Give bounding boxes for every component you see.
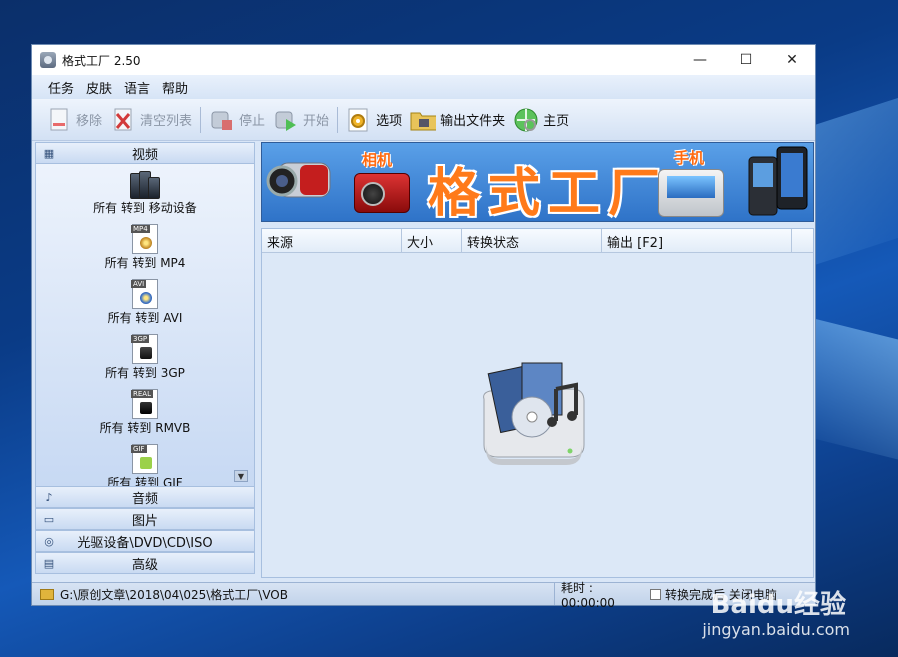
column-source[interactable]: 来源 (262, 229, 402, 253)
advanced-icon: ▤ (43, 556, 55, 570)
list-item-label: 所有 转到 3GP (105, 366, 185, 380)
avi-file-icon: AVI (131, 279, 158, 309)
remove-label: 移除 (76, 114, 103, 129)
clear-list-icon (110, 107, 136, 133)
category-advanced-label: 高级 (131, 557, 158, 573)
banner-title: 格式工厂 (428, 164, 669, 222)
category-audio[interactable]: ♪ 音频 (35, 486, 255, 508)
list-item-label: 所有 转到 RMVB (99, 421, 191, 435)
list-item[interactable]: 所有 转到 移动设备 (36, 164, 254, 219)
elapsed-time: 耗时 : 00:00:00 (554, 581, 646, 610)
start-label: 开始 (303, 114, 330, 129)
disc-icon: ◎ (44, 534, 54, 548)
stop-label: 停止 (239, 114, 266, 129)
category-panel: ▦ 视频 所有 转到 移动设备 MP4 所有 转到 MP4 AVI 所有 转到 … (35, 142, 255, 578)
minimize-button[interactable]: — (677, 45, 723, 75)
checkbox[interactable] (650, 588, 661, 600)
options-label: 选项 (376, 114, 403, 129)
list-item[interactable]: MP4 所有 转到 MP4 (36, 219, 254, 274)
maximize-button[interactable]: ☐ (723, 45, 769, 75)
globe-icon (513, 107, 539, 133)
category-picture-label: 图片 (131, 513, 158, 529)
mobile-device-icon (128, 169, 162, 199)
home-label: 主页 (543, 114, 570, 129)
remove-icon (46, 107, 72, 133)
toolbar-separator (200, 106, 202, 133)
toolbar-separator (337, 106, 339, 133)
format-factory-logo-icon (483, 362, 585, 465)
list-item[interactable]: REAL 所有 转到 RMVB (36, 384, 254, 439)
category-video[interactable]: ▦ 视频 (35, 142, 255, 164)
app-window: 格式工厂 2.50 — ☐ ✕ 任务 皮肤 语言 帮助 移除 清空列表 停止 开… (31, 44, 816, 610)
clear-list-button[interactable]: 清空列表 (110, 107, 192, 133)
category-advanced[interactable]: ▤ 高级 (35, 552, 255, 574)
mp4-file-icon: MP4 (131, 224, 158, 254)
list-item-label: 所有 转到 MP4 (104, 256, 186, 270)
scroll-down-icon[interactable]: ▼ (234, 470, 248, 482)
output-path[interactable]: G:\原创文章\2018\04\025\格式工厂\VOB (32, 586, 554, 603)
start-icon (273, 107, 299, 133)
output-folder-label: 输出文件夹 (440, 114, 506, 129)
video-task-list: 所有 转到 移动设备 MP4 所有 转到 MP4 AVI 所有 转到 AVI 3… (35, 164, 255, 486)
camcorder-icon (266, 162, 331, 198)
list-item[interactable]: 3GP 所有 转到 3GP (36, 329, 254, 384)
category-rom-label: 光驱设备\DVD\CD\ISO (77, 535, 213, 551)
column-output[interactable]: 输出 [F2] (602, 229, 792, 253)
list-item-label: 所有 转到 GIF (107, 476, 183, 486)
app-icon (40, 52, 56, 68)
menu-bar: 任务 皮肤 语言 帮助 (32, 75, 815, 99)
options-button[interactable]: 选项 (346, 107, 402, 133)
list-item[interactable]: AVI 所有 转到 AVI (36, 274, 254, 329)
stop-icon (209, 107, 235, 133)
category-audio-label: 音频 (131, 491, 158, 507)
list-item[interactable]: GIF 所有 转到 GIF (36, 439, 254, 486)
list-item-label: 所有 转到 AVI (107, 311, 183, 325)
gif-file-icon: GIF (131, 444, 158, 474)
window-title: 格式工厂 2.50 (62, 53, 141, 68)
close-button[interactable]: ✕ (769, 45, 815, 75)
status-bar: G:\原创文章\2018\04\025\格式工厂\VOB 耗时 : 00:00:… (32, 581, 815, 610)
picture-icon: ▭ (43, 512, 55, 526)
music-note-icon: ♪ (45, 490, 53, 504)
start-button[interactable]: 开始 (273, 107, 329, 133)
rmvb-file-icon: REAL (131, 389, 158, 419)
category-video-label: 视频 (131, 147, 158, 163)
category-rom-device[interactable]: ◎ 光驱设备\DVD\CD\ISO (35, 530, 255, 552)
menu-language[interactable]: 语言 (118, 78, 156, 97)
clear-list-label: 清空列表 (140, 114, 193, 129)
menu-skin[interactable]: 皮肤 (80, 78, 118, 97)
list-item-label: 所有 转到 移动设备 (93, 201, 197, 215)
menu-help[interactable]: 帮助 (156, 78, 194, 97)
3gp-file-icon: 3GP (131, 334, 158, 364)
gear-icon (346, 107, 372, 133)
task-list-header: 来源 大小 转换状态 输出 [F2] (262, 229, 813, 253)
output-folder-button[interactable]: 输出文件夹 (410, 107, 505, 133)
column-size[interactable]: 大小 (402, 229, 462, 253)
banner-phone-label: 手机 (674, 149, 705, 167)
smartphones-icon (748, 146, 808, 216)
film-icon: ▦ (43, 146, 55, 160)
category-picture[interactable]: ▭ 图片 (35, 508, 255, 530)
banner: 相机 格式工厂 手机 (261, 142, 814, 222)
stop-button[interactable]: 停止 (209, 107, 265, 133)
menu-task[interactable]: 任务 (42, 78, 80, 97)
baidu-watermark: Baidu经验 (710, 590, 846, 620)
folder-icon (410, 107, 437, 133)
title-bar[interactable]: 格式工厂 2.50 — ☐ ✕ (32, 45, 815, 75)
column-status[interactable]: 转换状态 (462, 229, 602, 253)
folder-icon (40, 588, 54, 600)
banner-camera-label: 相机 (362, 151, 393, 169)
camera-icon (354, 173, 410, 213)
baidu-watermark-url: jingyan.baidu.com (702, 620, 850, 639)
output-path-text: G:\原创文章\2018\04\025\格式工厂\VOB (60, 587, 288, 602)
toolbar: 移除 清空列表 停止 开始 选项 输出文件夹 主页 (32, 99, 815, 141)
home-button[interactable]: 主页 (513, 107, 569, 133)
handheld-device-icon (658, 169, 724, 217)
task-list[interactable]: 来源 大小 转换状态 输出 [F2] (261, 228, 814, 578)
remove-button[interactable]: 移除 (46, 107, 102, 133)
